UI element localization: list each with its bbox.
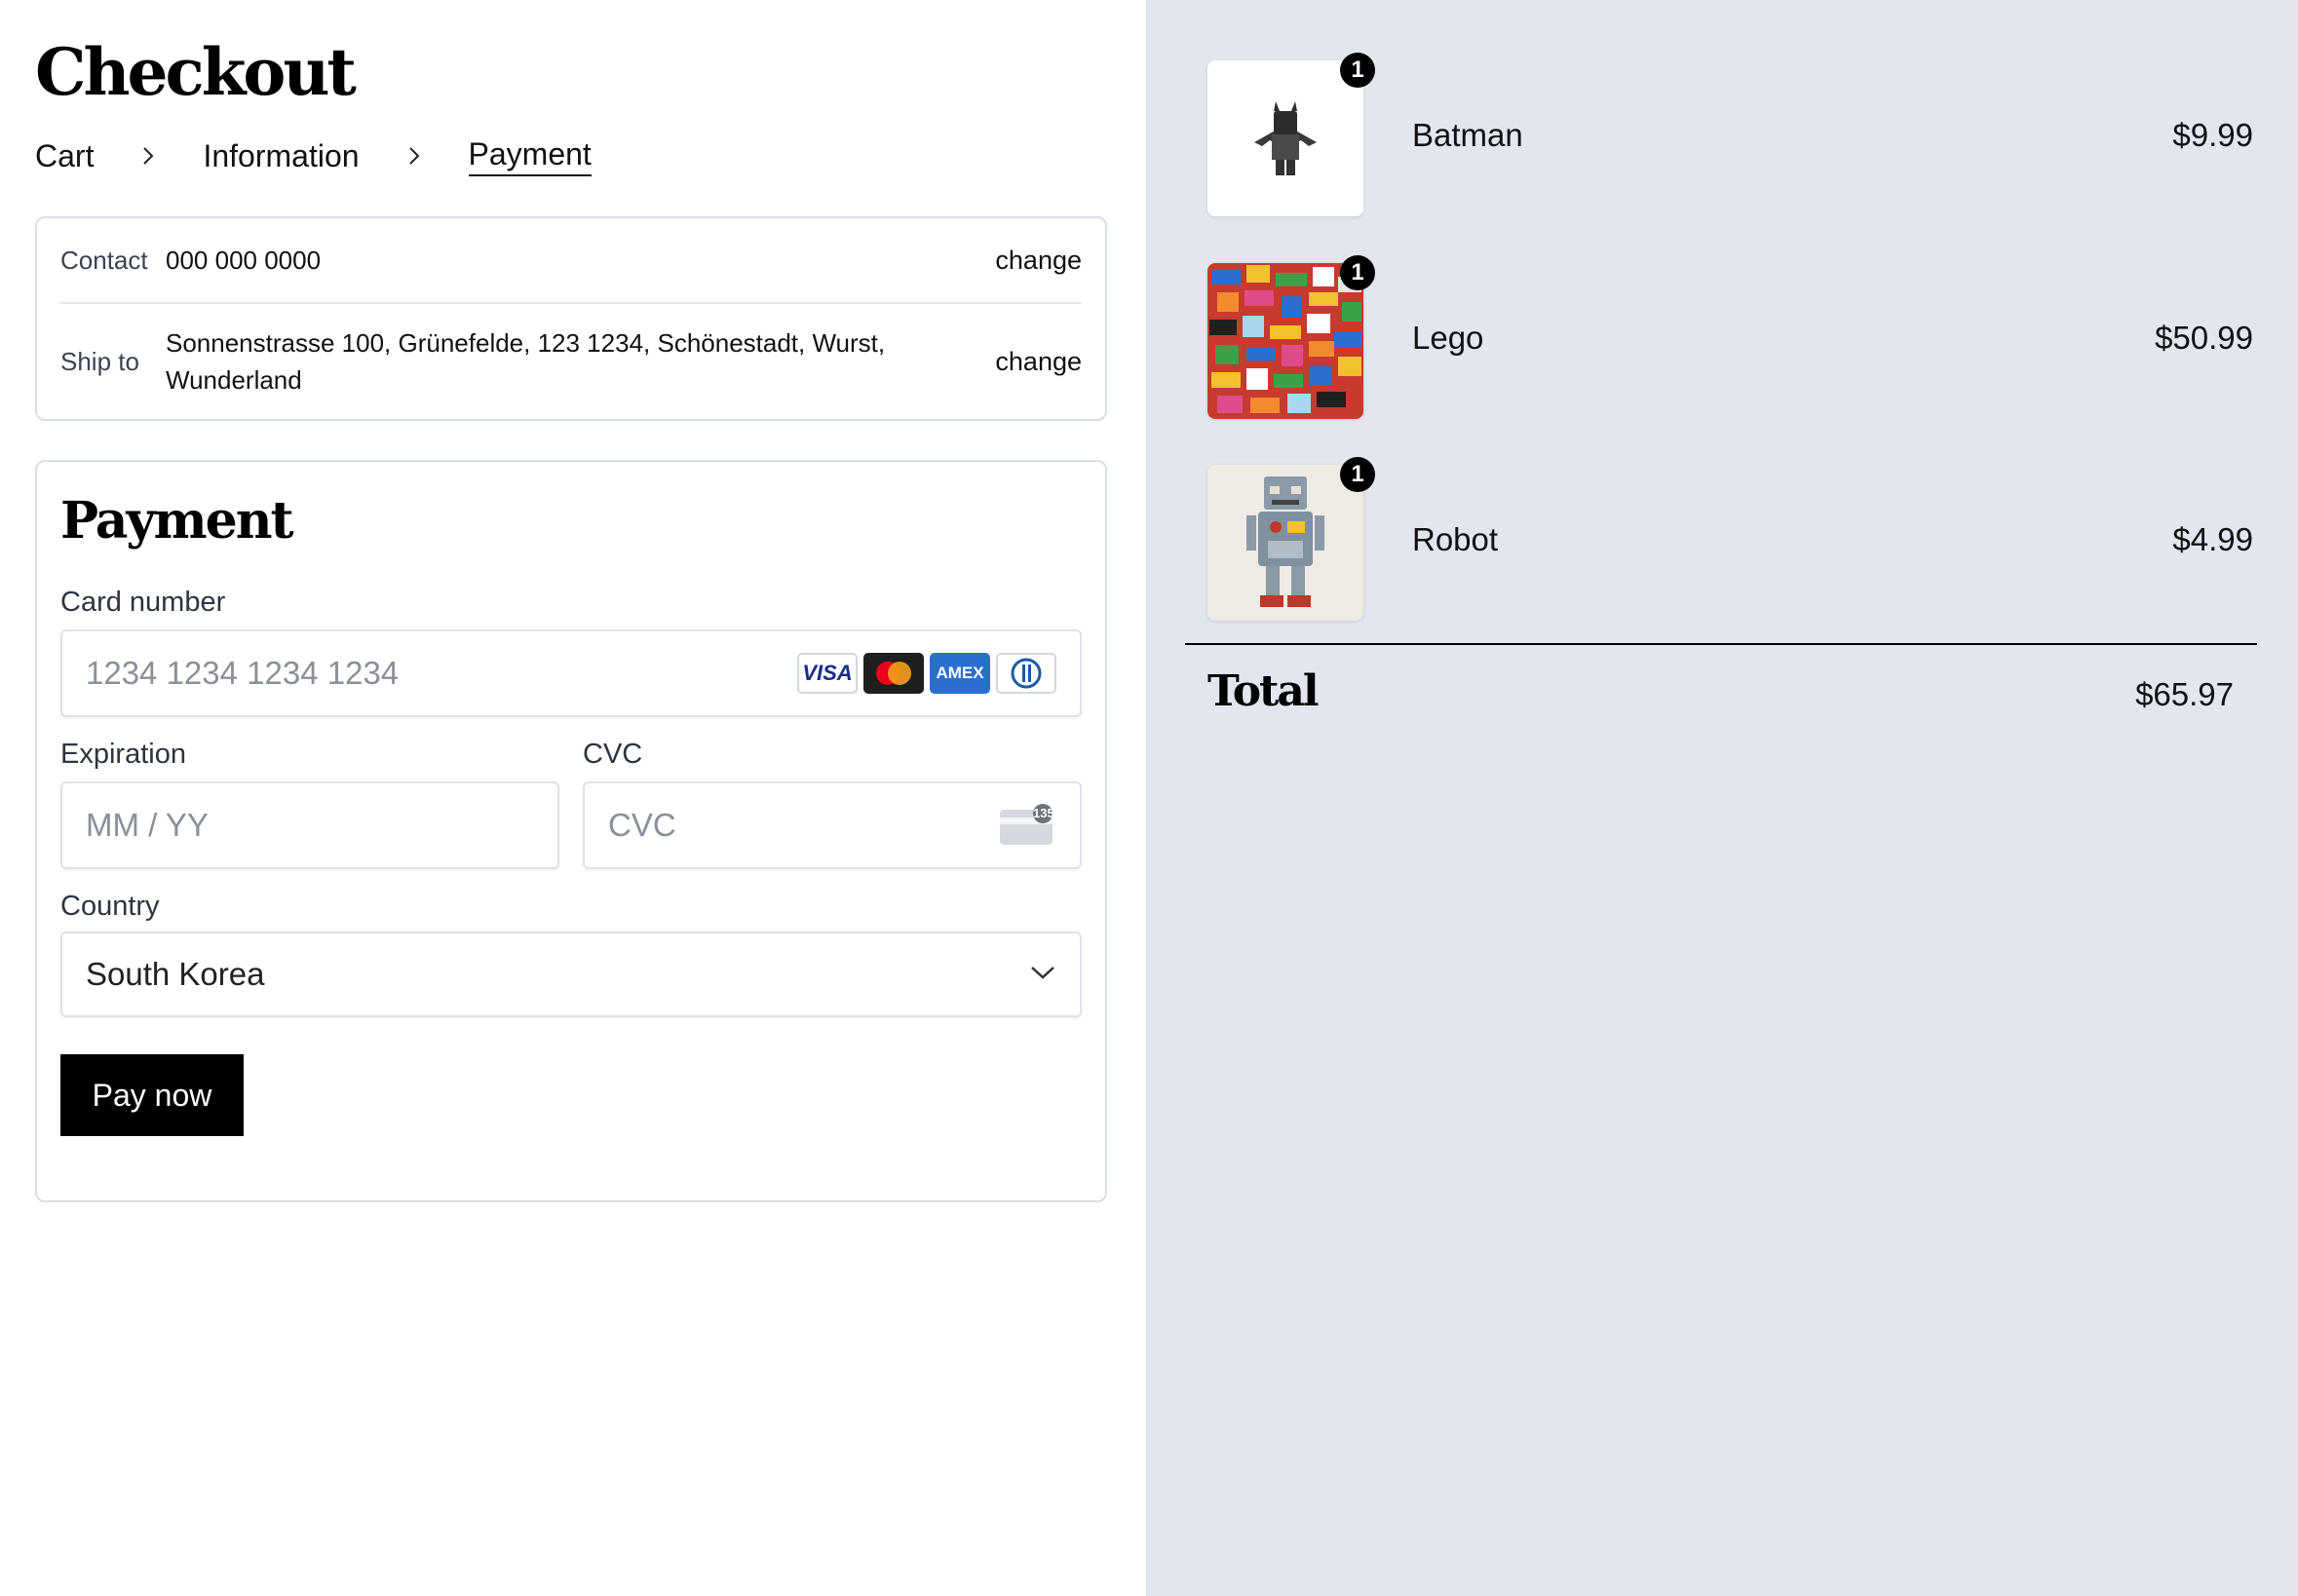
- checkout-main-panel: Checkout Cart Information Payment Contac…: [0, 0, 1146, 1596]
- item-price: $9.99: [2172, 117, 2253, 153]
- quantity-badge: 1: [1340, 53, 1375, 88]
- cart-item: 1 Batman $9.99: [1207, 53, 2285, 216]
- total-divider: [1185, 643, 2257, 645]
- pay-now-button[interactable]: Pay now: [60, 1054, 244, 1136]
- order-summary-box: Contact 000 000 0000 change Ship to Sonn…: [35, 216, 1107, 421]
- diners-club-icon: [996, 653, 1056, 694]
- chevron-right-icon: [121, 140, 175, 171]
- payment-form: Payment Card number VISA AMEX Expiration…: [35, 460, 1107, 1202]
- card-brand-logos: VISA AMEX: [797, 653, 1056, 694]
- quantity-badge: 1: [1340, 255, 1375, 290]
- product-image-robot: [1207, 465, 1363, 621]
- total-value: $65.97: [2135, 676, 2234, 712]
- item-price: $4.99: [2172, 521, 2253, 557]
- cvc-card-icon: 135: [998, 804, 1056, 847]
- shipto-label: Ship to: [60, 346, 139, 376]
- card-number-input[interactable]: [86, 655, 797, 692]
- country-select[interactable]: South Korea: [60, 931, 1082, 1017]
- change-contact-link[interactable]: change: [995, 246, 1082, 276]
- item-name: Robot: [1412, 521, 1499, 557]
- visa-icon: VISA: [797, 653, 858, 694]
- change-shipto-link[interactable]: change: [995, 347, 1082, 377]
- cvc-input[interactable]: [608, 807, 998, 844]
- amex-icon: AMEX: [930, 653, 990, 694]
- cvc-field[interactable]: 135: [583, 781, 1082, 869]
- contact-label: Contact: [60, 245, 148, 275]
- item-name: Lego: [1412, 320, 1484, 356]
- country-label: Country: [60, 891, 160, 922]
- quantity-badge: 1: [1340, 457, 1375, 492]
- breadcrumb-cart[interactable]: Cart: [35, 138, 94, 174]
- cart-summary-panel: [1146, 0, 2298, 1596]
- expiration-field[interactable]: [60, 781, 559, 869]
- breadcrumb-information[interactable]: Information: [203, 138, 359, 174]
- product-image-batman: [1207, 60, 1363, 216]
- contact-value: 000 000 0000: [166, 246, 322, 275]
- expiration-label: Expiration: [60, 739, 186, 770]
- cart-item: 1 Robot $4.99: [1207, 457, 2285, 621]
- page-title: Checkout: [35, 34, 357, 110]
- item-price: $50.99: [2155, 320, 2253, 356]
- mastercard-icon: [863, 653, 924, 694]
- country-selected-value: South Korea: [86, 956, 265, 992]
- contact-row: Contact 000 000 0000 change: [60, 218, 1082, 304]
- expiration-input[interactable]: [86, 807, 534, 844]
- card-number-field[interactable]: VISA AMEX: [60, 629, 1082, 717]
- shipto-row: Ship to Sonnenstrasse 100, Grünefelde, 1…: [60, 304, 1082, 419]
- card-number-label: Card number: [60, 587, 226, 618]
- cvc-icon-digits: 135: [1033, 806, 1054, 820]
- cvc-label: CVC: [583, 739, 643, 770]
- product-image-lego: [1207, 263, 1363, 419]
- chevron-right-icon: [387, 140, 441, 171]
- cart-item: 1 Lego $50.99: [1207, 255, 2285, 419]
- item-name: Batman: [1412, 117, 1523, 153]
- chevron-down-icon: [1029, 964, 1056, 986]
- shipto-value: Sonnenstrasse 100, Grünefelde, 123 1234,…: [166, 328, 886, 395]
- breadcrumb: Cart Information Payment: [35, 133, 592, 179]
- total-label: Total: [1207, 666, 1320, 716]
- breadcrumb-payment[interactable]: Payment: [468, 136, 592, 176]
- payment-title: Payment: [60, 491, 294, 551]
